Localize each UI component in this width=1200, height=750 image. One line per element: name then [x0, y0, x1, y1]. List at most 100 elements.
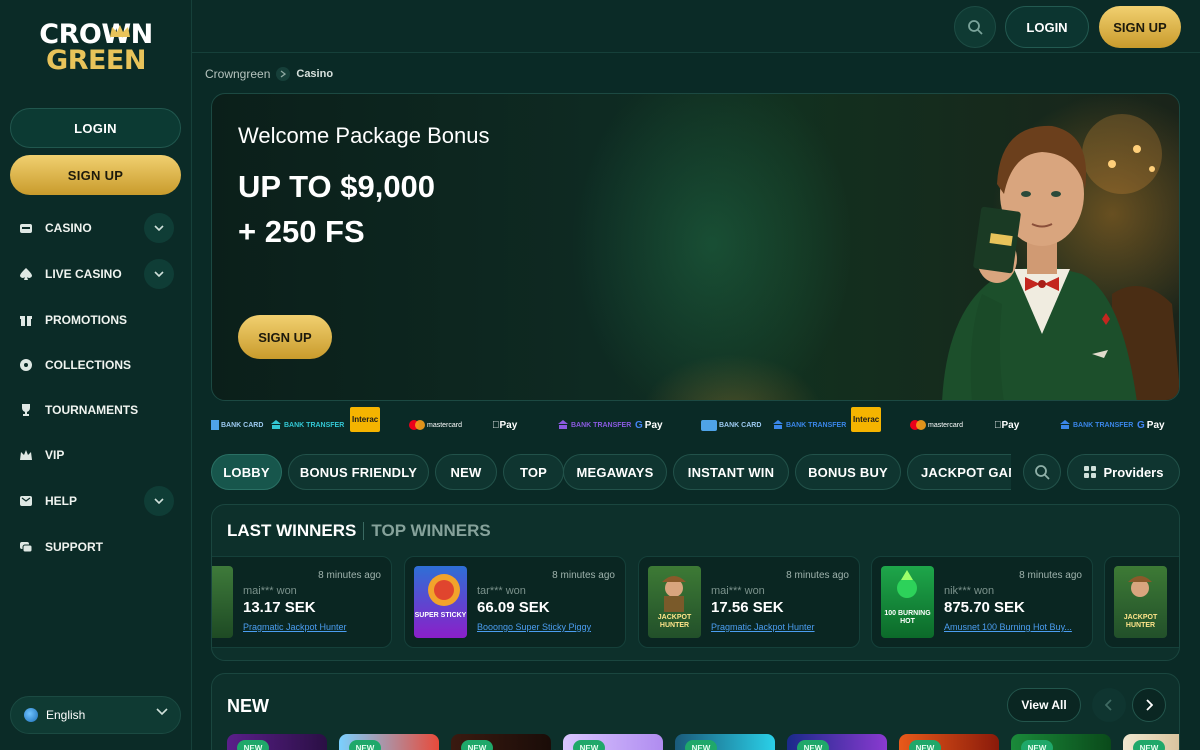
winner-amount: 13.17 SEK: [243, 599, 316, 616]
sidebar-item-live-casino[interactable]: LIVE CASINO: [18, 258, 178, 290]
payment-label: Pay: [644, 419, 663, 431]
apple-pay-logo: Pay: [492, 416, 517, 434]
chevron-down-icon[interactable]: [144, 486, 174, 516]
sidebar-item-collections[interactable]: COLLECTIONS: [18, 349, 178, 381]
logo-line-2: GREEN: [46, 45, 146, 76]
game-tile[interactable]: NEW: [1011, 734, 1111, 750]
winner-time: 8 minutes ago: [1019, 570, 1082, 581]
tab-instant-win[interactable]: INSTANT WIN: [673, 454, 789, 490]
game-search-button[interactable]: [1023, 454, 1061, 490]
providers-label: Providers: [1103, 464, 1164, 480]
collections-icon: [18, 357, 34, 373]
apple-icon: : [492, 420, 500, 431]
casino-icon: [18, 220, 34, 236]
bank-transfer-logo: BANK TRANSFER: [557, 416, 631, 434]
game-thumbnail: 100 BURNING HOT: [881, 566, 934, 638]
view-all-button[interactable]: View All: [1007, 688, 1081, 722]
game-tile[interactable]: NEW: [787, 734, 887, 750]
winner-game-link[interactable]: Pragmatic Jackpot Hunter: [711, 622, 815, 632]
winner-game-link[interactable]: Amusnet 100 Burning Hot Buy...: [944, 622, 1072, 632]
breadcrumb: Crowngreen Casino: [205, 67, 333, 81]
payment-methods-strip: BANK CARD BANK TRANSFER Interac masterca…: [211, 406, 1180, 440]
tab-last-winners[interactable]: LAST WINNERS: [227, 521, 356, 541]
tab-top[interactable]: TOP: [503, 454, 564, 490]
divider: [363, 522, 365, 540]
new-badge: NEW: [1021, 740, 1053, 750]
header-login-button[interactable]: LOGIN: [1005, 6, 1089, 48]
language-selector[interactable]: English: [10, 696, 181, 734]
carousel-prev-button[interactable]: [1092, 688, 1126, 722]
sidebar-item-label: CASINO: [45, 221, 92, 235]
chevron-down-icon[interactable]: [144, 259, 174, 289]
new-badge: NEW: [237, 740, 269, 750]
winner-user: mai*** won: [243, 585, 297, 597]
game-tile[interactable]: NEW: [227, 734, 327, 750]
sidebar-signup-button[interactable]: SIGN UP: [10, 155, 181, 195]
winner-game-link[interactable]: Pragmatic Jackpot Hunter: [243, 622, 347, 632]
winner-card[interactable]: 100 BURNING HOT 8 minutes ago nik*** won…: [871, 556, 1093, 648]
winner-time: 8 minutes ago: [318, 570, 381, 581]
globe-icon: [24, 708, 38, 722]
chevron-down-icon[interactable]: [144, 213, 174, 243]
help-icon: [18, 493, 34, 509]
payment-label: Interac: [350, 406, 381, 432]
top-bar: LOGIN SIGN UP: [192, 0, 1200, 53]
hero-title: Welcome Package Bonus: [238, 123, 490, 148]
tab-jackpot-games[interactable]: JACKPOT GAMES: [907, 454, 1011, 490]
tab-bonus-friendly[interactable]: BONUS FRIENDLY: [288, 454, 429, 490]
payment-label: Pay: [1146, 419, 1165, 431]
winner-card[interactable]: JACKPOT HUNTER: [1104, 556, 1179, 648]
google-g-icon: G: [1137, 419, 1145, 431]
sidebar-item-label: LIVE CASINO: [45, 267, 122, 281]
bank-card-logo: BANK CARD: [211, 416, 263, 434]
winner-amount: 17.56 SEK: [711, 599, 784, 616]
winner-user: mai*** won: [711, 585, 765, 597]
section-title: NEW: [227, 696, 269, 716]
header-signup-button[interactable]: SIGN UP: [1099, 6, 1181, 48]
hero-signup-button[interactable]: SIGN UP: [238, 315, 332, 359]
tab-lobby[interactable]: LOBBY: [211, 454, 282, 490]
sidebar-item-label: SUPPORT: [45, 540, 104, 554]
sidebar-item-label: COLLECTIONS: [45, 358, 131, 372]
winner-game-link[interactable]: Booongo Super Sticky Piggy: [477, 622, 591, 632]
thumb-title: 100 BURNING HOT: [884, 610, 931, 625]
thumb-title: SUPER STICKY: [414, 612, 467, 619]
game-tile[interactable]: NEW: [899, 734, 999, 750]
providers-button[interactable]: Providers: [1067, 454, 1180, 490]
winner-card[interactable]: JACKPOT HUNTER 8 minutes ago mai*** won …: [638, 556, 860, 648]
carousel-next-button[interactable]: [1132, 688, 1166, 722]
sidebar-item-promotions[interactable]: PROMOTIONS: [18, 304, 178, 336]
tab-top-winners[interactable]: TOP WINNERS: [371, 521, 490, 541]
sidebar-item-label: VIP: [45, 448, 65, 462]
sidebar-item-support[interactable]: SUPPORT: [18, 531, 178, 563]
search-button[interactable]: [954, 6, 996, 48]
game-tile[interactable]: NEW: [1123, 734, 1179, 750]
payment-label: mastercard: [928, 421, 964, 429]
winner-time: 8 minutes ago: [786, 570, 849, 581]
payment-label: mastercard: [427, 421, 463, 429]
search-icon: [968, 20, 983, 35]
new-badge: NEW: [685, 740, 717, 750]
tab-bonus-buy[interactable]: BONUS BUY: [795, 454, 901, 490]
winner-card[interactable]: 8 minutes ago mai*** won 13.17 SEK Pragm…: [212, 556, 392, 648]
sidebar-item-casino[interactable]: CASINO: [18, 212, 178, 244]
sidebar-item-help[interactable]: HELP: [18, 485, 178, 517]
winner-card[interactable]: SUPER STICKY 8 minutes ago tar*** won 66…: [404, 556, 626, 648]
chevron-right-icon: [1146, 699, 1153, 711]
crowngreen-logo[interactable]: CROWN GREEN: [36, 21, 156, 78]
game-tile[interactable]: NEW: [563, 734, 663, 750]
game-tile[interactable]: NEW: [339, 734, 439, 750]
sidebar-item-label: HELP: [45, 494, 78, 508]
game-tile[interactable]: NEW: [451, 734, 551, 750]
sidebar-login-button[interactable]: LOGIN: [10, 108, 181, 148]
game-thumbnail: JACKPOT HUNTER: [1114, 566, 1167, 638]
breadcrumb-home-link[interactable]: Crowngreen: [205, 67, 270, 81]
tab-megaways[interactable]: MEGAWAYS: [563, 454, 667, 490]
breadcrumb-current: Casino: [296, 68, 334, 80]
sidebar-item-tournaments[interactable]: TOURNAMENTS: [18, 394, 178, 426]
chevron-left-icon: [1105, 699, 1112, 711]
hero-banner[interactable]: Welcome Package Bonus UP TO $9,000 + 250…: [211, 93, 1180, 401]
sidebar-item-vip[interactable]: VIP: [18, 439, 178, 471]
game-tile[interactable]: NEW: [675, 734, 775, 750]
tab-new[interactable]: NEW: [435, 454, 497, 490]
